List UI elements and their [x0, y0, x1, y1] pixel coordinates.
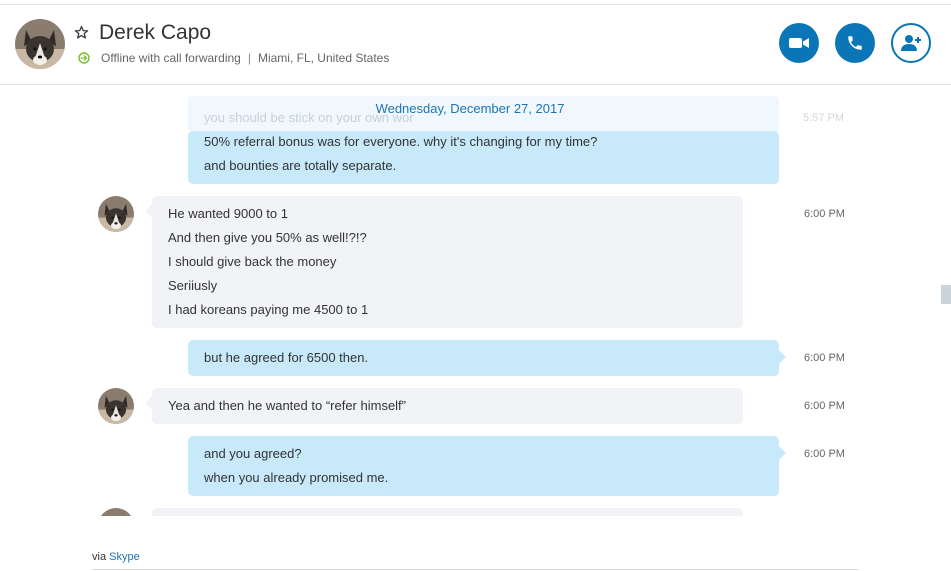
contact-status-row: Offline with call forwarding | Miami, FL…	[78, 50, 389, 66]
phone-icon	[848, 36, 862, 50]
outgoing-message-bubble[interactable]: but he agreed for 6500 then.	[188, 340, 779, 376]
status-separator: |	[247, 51, 251, 65]
video-call-button[interactable]	[779, 23, 819, 63]
scrollbar-thumb[interactable]	[941, 285, 951, 304]
incoming-message-bubble[interactable]: He wanted 9000 to 1 And then give you 50…	[152, 196, 743, 328]
conversation-header: Derek Capo Offline with call forwarding …	[0, 5, 951, 85]
outgoing-bubble-tail	[779, 350, 786, 364]
contact-message-avatar[interactable]	[98, 508, 134, 516]
outgoing-bubble-tail	[779, 446, 786, 460]
message-line: 50% referral bonus was for everyone. why…	[204, 134, 598, 149]
contact-status-text: Offline with call forwarding	[101, 51, 241, 65]
incoming-bubble-tail	[145, 204, 152, 218]
contact-avatar[interactable]	[15, 19, 65, 69]
message-line: and bounties are totally separate.	[204, 158, 397, 173]
message-line: And then give you 50% as well!?!?	[168, 230, 367, 245]
message-history[interactable]: you should be stick on your own wor 5:57…	[0, 85, 951, 516]
call-forwarding-status-icon	[78, 52, 90, 64]
add-person-icon	[901, 35, 921, 51]
outgoing-message-bubble[interactable]: and you agreed? when you already promise…	[188, 436, 779, 496]
message-line: I should give back the money	[168, 254, 337, 269]
audio-call-button[interactable]	[835, 23, 875, 63]
message-time: 6:00 PM	[804, 352, 845, 364]
date-divider: Wednesday, December 27, 2017	[375, 101, 565, 116]
contact-message-avatar[interactable]	[98, 388, 134, 424]
incoming-bubble-tail	[145, 396, 152, 410]
message-time: 6:00 PM	[804, 448, 845, 460]
favorite-star-icon[interactable]	[74, 25, 89, 43]
add-people-button[interactable]	[891, 23, 931, 63]
skype-link[interactable]: Skype	[109, 551, 140, 563]
contact-name: Derek Capo	[99, 21, 212, 44]
video-camera-icon	[789, 38, 809, 48]
message-time: 6:00 PM	[804, 208, 845, 220]
message-line: He wanted 9000 to 1	[168, 206, 288, 221]
message-line: but he agreed for 6500 then.	[204, 350, 369, 365]
via-label: via	[92, 551, 107, 563]
message-source: via Skype	[92, 551, 140, 563]
message-line: and you agreed?	[204, 446, 302, 461]
footer-divider	[92, 569, 858, 570]
contact-message-avatar[interactable]	[98, 196, 134, 232]
outgoing-message-bubble[interactable]: 50% referral bonus was for everyone. why…	[188, 131, 779, 184]
message-line: Yea and then he wanted to “refer himself…	[168, 398, 406, 413]
contact-location: Miami, FL, United States	[257, 51, 390, 65]
message-line: Seriiusly	[168, 278, 218, 293]
message-line: when you already promised me.	[204, 470, 389, 485]
message-time: 6:00 PM	[804, 400, 845, 412]
message-line: I had koreans paying me 4500 to 1	[168, 302, 369, 317]
incoming-message-bubble[interactable]: Yea and then he wanted to “refer himself…	[152, 388, 743, 424]
incoming-message-bubble[interactable]	[152, 508, 743, 516]
